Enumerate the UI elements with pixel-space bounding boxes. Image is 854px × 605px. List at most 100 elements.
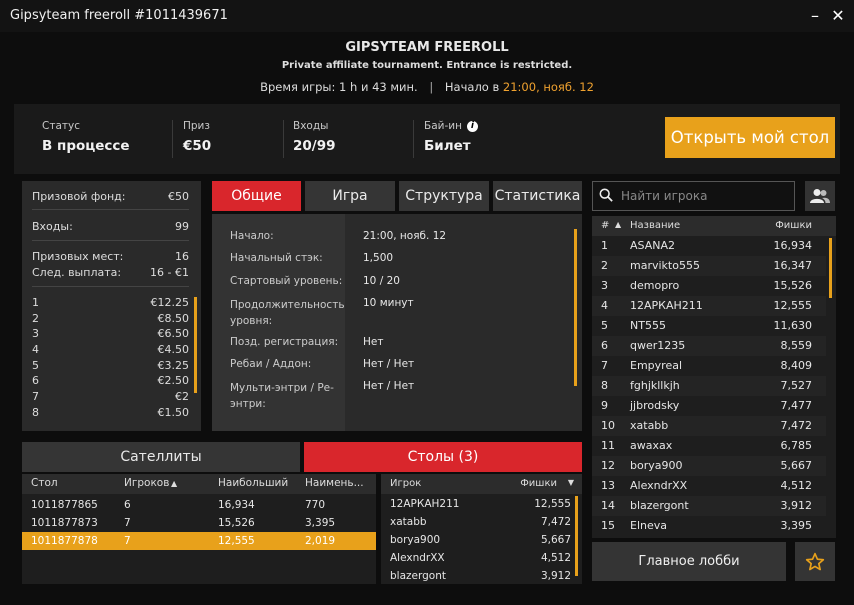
pool-value: €50 (168, 190, 189, 203)
info-label: Начало: (230, 230, 274, 242)
table-players-list: Игрок Фишки ▼ 12АРКАН211 12,555 xatabb 7,4… (381, 474, 582, 584)
player-name: 12АРКАН211 (630, 299, 703, 312)
info-scrollbar[interactable] (574, 229, 577, 386)
table-row[interactable]: 2 marvikto555 16,347 (592, 256, 826, 276)
table-row[interactable]: 12 borya900 5,667 (592, 456, 826, 476)
table-row[interactable]: 1011877873 7 15,526 3,395 (22, 514, 376, 532)
table-row-selected[interactable]: 1011877878 7 12,555 2,019 (22, 532, 376, 550)
table-row[interactable]: 3 demopro 15,526 (592, 276, 826, 296)
player-name: ASANA2 (630, 239, 675, 252)
entries-value: 20/99 (293, 138, 336, 154)
payout-amount: €2 (175, 390, 189, 404)
player-chips: 16,347 (773, 259, 813, 272)
rank-header[interactable]: # (601, 220, 609, 231)
player-rank: 11 (601, 439, 615, 452)
main-lobby-button[interactable]: Главное лобби (592, 542, 786, 581)
payout-place: 1 (32, 296, 39, 309)
payout-scrollbar[interactable] (194, 297, 197, 393)
sort-desc-icon[interactable]: ▼ (568, 478, 574, 487)
buyin-value: Билет (424, 138, 471, 154)
smallest-header[interactable]: Наимень... (305, 477, 364, 489)
pool-label: Призовой фонд: (32, 190, 126, 203)
payout-place: 5 (32, 358, 39, 372)
minimize-icon[interactable]: – (806, 6, 824, 25)
player-name: awaxax (630, 439, 673, 452)
close-icon[interactable]: ✕ (829, 6, 847, 25)
tab-game[interactable]: Игра (305, 181, 395, 211)
buyin-label: Бай-ин (424, 120, 462, 132)
player-chips: 12,555 (773, 299, 813, 312)
status-block: Статус В процессе (42, 120, 130, 154)
friends-button[interactable] (805, 181, 835, 211)
table-row[interactable]: 14 blazergont 3,912 (592, 496, 826, 516)
list-item[interactable]: blazergont 3,912 (381, 568, 571, 584)
chips-header[interactable]: Фишки (520, 478, 557, 489)
search-input[interactable] (621, 187, 789, 205)
open-my-table-button[interactable]: Открыть мой стол (665, 117, 835, 158)
list-item[interactable]: xatabb 7,472 (381, 514, 571, 532)
tab-tables[interactable]: Столы (3) (304, 442, 582, 472)
table-row[interactable]: 15 Elneva 3,395 (592, 516, 826, 536)
tab-statistics[interactable]: Статистика (493, 181, 582, 211)
player-rank: 4 (601, 299, 608, 312)
users-icon (810, 189, 830, 203)
player-header[interactable]: Игрок (390, 478, 421, 489)
table-row[interactable]: 9 jjbrodsky 7,477 (592, 396, 826, 416)
tab-general[interactable]: Общие (212, 181, 301, 211)
tables-list: Стол Игроков ▲ Наибольший Наимень... 101… (22, 474, 376, 584)
table-row[interactable]: 13 AlexndrXX 4,512 (592, 476, 826, 496)
tournament-time: Время игры: 1 h и 43 мин. | Начало в 21:… (14, 80, 840, 94)
player-chips: 6,785 (780, 439, 813, 452)
table-smallest: 3,395 (305, 517, 336, 529)
list-item[interactable]: borya900 5,667 (381, 532, 571, 550)
table-row[interactable]: 11 awaxax 6,785 (592, 436, 826, 456)
list-item[interactable]: 12АРКАН211 12,555 (381, 496, 571, 514)
payout-amount: €1.50 (157, 405, 190, 419)
table-players-scrollbar[interactable] (575, 496, 578, 576)
info-icon[interactable]: i (466, 120, 478, 132)
chips-header[interactable]: Фишки (775, 220, 812, 231)
table-largest: 16,934 (218, 499, 255, 511)
favorite-button[interactable] (795, 542, 835, 581)
table-header[interactable]: Стол (31, 477, 58, 489)
player-name: marvikto555 (630, 259, 700, 272)
title-bar: Gipsyteam freeroll #1011439671 – ✕ (0, 0, 854, 32)
table-row[interactable]: 8 fghjkllkjh 7,527 (592, 376, 826, 396)
players-scrollbar[interactable] (829, 238, 832, 298)
largest-header[interactable]: Наибольший (218, 477, 288, 489)
info-label: Начальный стэк: (230, 252, 323, 264)
player-name: demopro (630, 279, 680, 292)
payout-place: 2 (32, 311, 39, 325)
player-chips: 7,472 (540, 516, 571, 528)
payout-row: 3 €6.50 (32, 327, 189, 343)
player-chips: 4,512 (780, 479, 813, 492)
sort-asc-icon[interactable]: ▲ (171, 479, 177, 488)
payout-row: 1 €12.25 (32, 296, 189, 312)
table-row[interactable]: 1 ASANA2 16,934 (592, 236, 826, 256)
table-row[interactable]: 4 12АРКАН211 12,555 (592, 296, 826, 316)
players-count-header[interactable]: Игроков (124, 477, 169, 489)
table-row[interactable]: 10 xatabb 7,472 (592, 416, 826, 436)
start-value: 21:00, нояб. 12 (502, 80, 594, 94)
table-row[interactable]: 7 Empyreal 8,409 (592, 356, 826, 376)
player-name: borya900 (630, 459, 683, 472)
table-players-header: Игрок Фишки ▼ (381, 474, 582, 494)
tab-structure[interactable]: Структура (399, 181, 489, 211)
payout-amount: €2.50 (157, 374, 190, 388)
prize-value: €50 (183, 138, 212, 154)
table-row[interactable]: 1011877865 6 16,934 770 (22, 496, 376, 514)
start-label: Начало в (444, 80, 500, 94)
player-name: xatabb (630, 419, 669, 432)
player-chips: 3,912 (540, 570, 571, 582)
list-item[interactable]: AlexndrXX 4,512 (381, 550, 571, 568)
table-row[interactable]: 6 qwer1235 8,559 (592, 336, 826, 356)
sort-asc-icon[interactable]: ▲ (615, 220, 621, 229)
player-chips: 4,512 (540, 552, 571, 564)
table-row[interactable]: 5 NT555 11,630 (592, 316, 826, 336)
name-header[interactable]: Название (630, 220, 680, 231)
time-value: 1 h и 43 мин. (339, 80, 418, 94)
player-rank: 8 (601, 379, 608, 392)
player-rank: 5 (601, 319, 608, 332)
tab-satellites[interactable]: Сателлиты (22, 442, 300, 472)
entries-label: Входы: (32, 220, 73, 233)
